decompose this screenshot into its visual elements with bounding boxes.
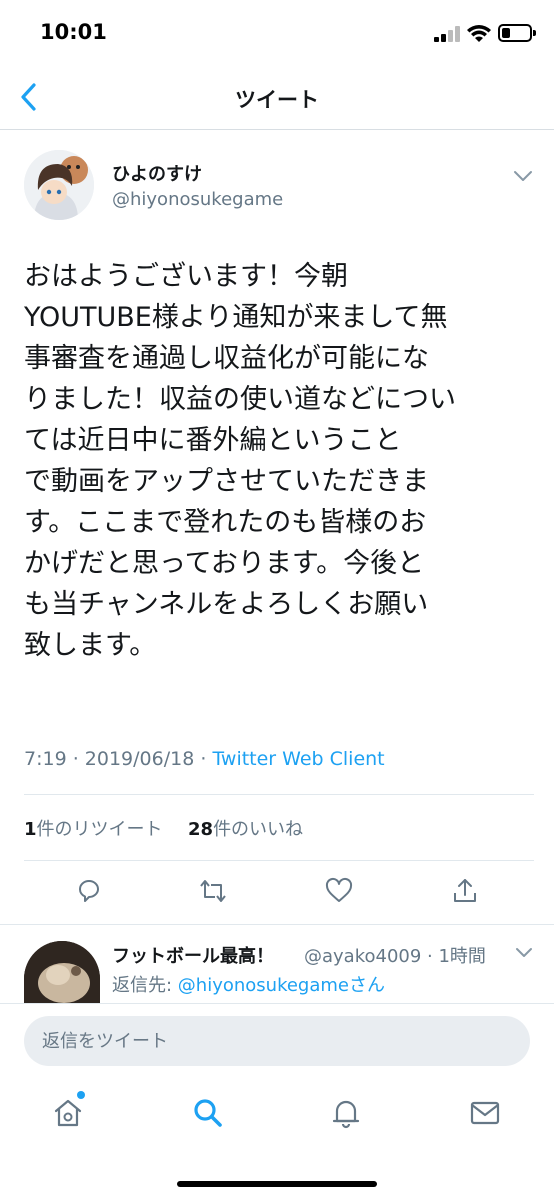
- divider: [0, 924, 554, 925]
- tweet-text: おはようございます！今朝 YOUTUBE様より通知が来まして無 事審査を通過し収…: [24, 261, 456, 661]
- divider: [24, 860, 534, 861]
- author-avatar[interactable]: [24, 150, 94, 220]
- reply-to-line: 返信先: @hiyonosukegameさん: [112, 971, 385, 997]
- tweet-client-link[interactable]: Twitter Web Client: [212, 748, 384, 770]
- reply-to-mention[interactable]: @hiyonosukegameさん: [178, 975, 385, 996]
- bell-icon[interactable]: [328, 1095, 364, 1131]
- meta-separator: ·: [194, 748, 213, 770]
- page-title: ツイート: [235, 88, 319, 112]
- chevron-down-icon[interactable]: [514, 946, 534, 960]
- retweet-label: 件のリツイート: [36, 819, 163, 840]
- mail-icon[interactable]: [467, 1095, 503, 1131]
- like-count: 28: [188, 819, 214, 840]
- retweet-button[interactable]: [198, 876, 228, 906]
- tweet-meta: 7:19 · 2019/06/18 · Twitter Web Client: [24, 748, 385, 770]
- tweet-date: 2019/06/18: [84, 748, 195, 770]
- like-button[interactable]: [324, 876, 354, 906]
- status-bar: 10:01: [0, 0, 554, 66]
- divider: [24, 794, 534, 795]
- reply-input[interactable]: [24, 1016, 530, 1066]
- reply-to-prefix: 返信先:: [112, 975, 178, 996]
- meta-separator: ·: [66, 748, 85, 770]
- wifi-icon: [467, 25, 491, 42]
- like-label: 件のいいね: [213, 819, 304, 840]
- battery-icon: [498, 24, 536, 42]
- share-button[interactable]: [450, 876, 480, 906]
- like-stat[interactable]: 28件のいいね: [188, 819, 303, 840]
- tweet-time: 7:19: [24, 748, 67, 770]
- home-unread-dot: [77, 1091, 85, 1099]
- tweet-stats: 1件のリツイート 28件のいいね: [24, 815, 303, 841]
- retweet-stat[interactable]: 1件のリツイート: [24, 819, 163, 840]
- reply-author-handle[interactable]: @ayako4009 · 1時間: [304, 942, 486, 968]
- retweet-count: 1: [24, 819, 37, 840]
- cellular-signal-icon: [434, 26, 460, 42]
- reply-avatar[interactable]: [24, 941, 100, 1003]
- compose-bar: [0, 1003, 554, 1085]
- reply-author-name[interactable]: フットボール最高！: [112, 942, 274, 968]
- author-handle[interactable]: @hiyonosukegame: [112, 189, 283, 210]
- status-time: 10:01: [40, 20, 107, 44]
- nav-bar: ツイート: [0, 66, 554, 130]
- home-indicator: [177, 1181, 377, 1187]
- chevron-down-icon[interactable]: [512, 168, 534, 184]
- home-icon[interactable]: [50, 1095, 86, 1131]
- author-display-name[interactable]: ひよのすけ: [112, 160, 202, 186]
- search-icon[interactable]: [190, 1095, 226, 1131]
- reply-button[interactable]: [74, 876, 104, 906]
